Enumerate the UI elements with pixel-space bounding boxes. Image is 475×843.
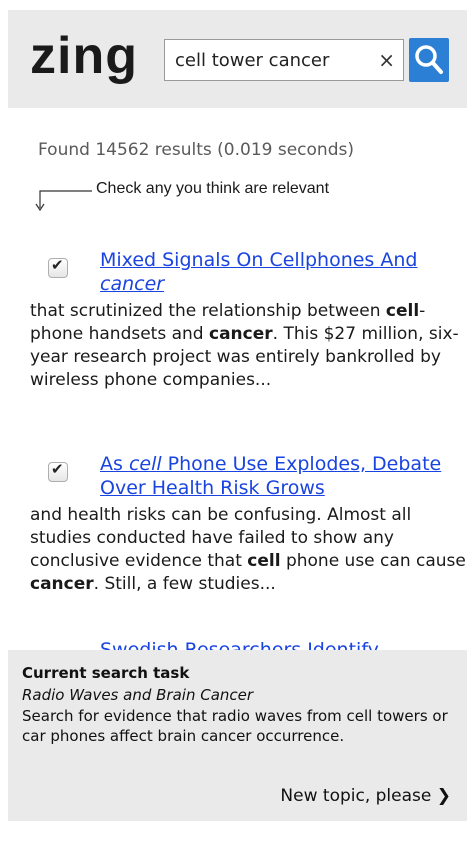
checkmark-icon: ✔ [51,256,64,274]
checkmark-icon: ✔ [51,460,64,478]
results-list[interactable]: Found 14562 results (0.019 seconds) Chec… [8,108,467,650]
relevance-checkbox[interactable]: ✔ [48,256,68,278]
search-button[interactable] [409,38,449,82]
clear-icon[interactable]: × [378,47,395,73]
search-icon [415,45,443,74]
relevance-checkbox[interactable]: ✔ [48,460,68,482]
task-heading: Current search task [22,664,190,682]
search-input[interactable] [175,40,371,80]
result-snippet: that scrutinized the relationship betwee… [30,301,459,390]
task-description: Search for evidence that radio waves fro… [22,707,448,745]
header: zing × [8,10,467,108]
result-title-link[interactable]: As cell Phone Use Explodes, Debate Over … [100,452,450,500]
results-count: Found 14562 results (0.019 seconds) [38,140,354,160]
result-title-link[interactable]: Mixed Signals On Cellphones And cancer [100,248,450,296]
relevance-hint: Check any you think are relevant [32,180,452,220]
task-title: Radio Waves and Brain Cancer [22,686,254,704]
result-title-link[interactable]: Swedish Researchers Identify [100,638,450,650]
new-topic-button[interactable]: New topic, please ❯ [280,786,451,806]
logo[interactable]: zing [30,28,138,84]
result-snippet: and health risks can be confusing. Almos… [30,505,466,594]
search-task-panel: Current search task Radio Waves and Brai… [8,650,467,821]
hint-text: Check any you think are relevant [96,180,330,197]
corner-arrow-icon [35,190,92,212]
search-box: × [164,39,404,81]
app-frame: zing × Found 14562 results (0.019 second… [8,10,467,821]
